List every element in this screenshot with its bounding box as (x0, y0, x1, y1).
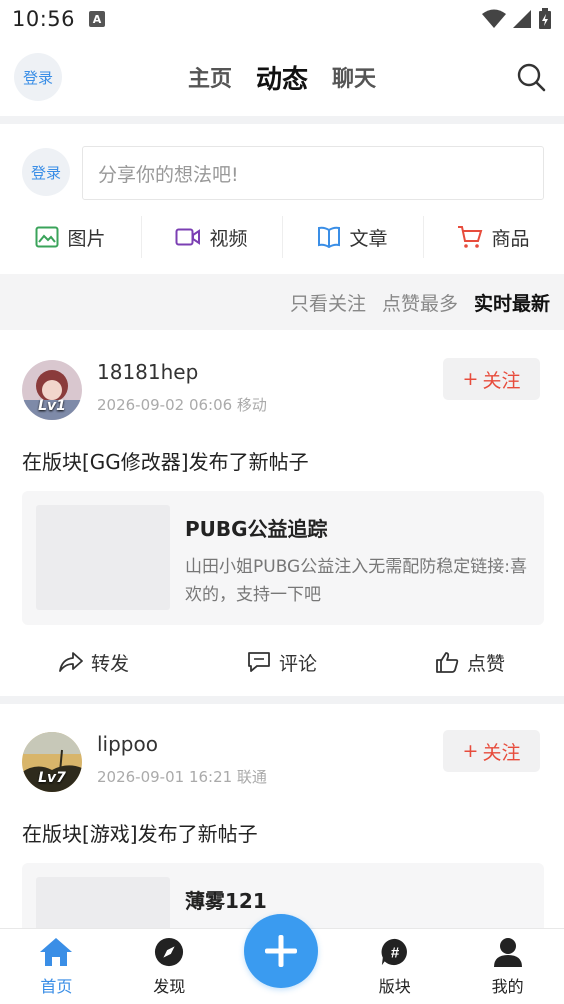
image-icon (35, 226, 59, 248)
status-icons (482, 8, 552, 30)
media-video-button[interactable]: 视频 (141, 214, 282, 260)
plus-icon: + (462, 740, 479, 762)
post-actions: 转发 评论 点赞 (0, 642, 564, 682)
filter-bar: 只看关注 点赞最多 实时最新 (0, 274, 564, 330)
divider (0, 116, 564, 124)
avatar[interactable]: Lv7 (22, 732, 82, 792)
create-post-fab[interactable] (244, 914, 318, 988)
bottom-nav-discover[interactable]: 发现 (113, 929, 226, 1004)
bottom-nav-discover-label: 发现 (153, 977, 186, 996)
card-thumbnail (36, 505, 170, 610)
filter-most-liked[interactable]: 点赞最多 (382, 289, 458, 316)
post-item: Lv1 18181hep 2026-09-02 06:06 移动 + 关注 在版… (0, 330, 564, 696)
bottom-nav-home-label: 首页 (40, 977, 73, 996)
media-image-label: 图片 (67, 227, 106, 250)
comment-label: 评论 (278, 652, 317, 675)
follow-button[interactable]: + 关注 (443, 730, 540, 772)
media-image-button[interactable]: 图片 (0, 214, 141, 260)
share-label: 转发 (90, 652, 129, 675)
comment-button[interactable]: 评论 (188, 642, 376, 682)
level-badge: Lv1 (38, 398, 66, 414)
media-video-label: 视频 (209, 227, 248, 250)
post-item: Lv7 lippoo 2026-09-01 16:21 联通 + 关注 在版块[… (0, 702, 564, 928)
media-row: 图片 视频 文章 商品 (0, 214, 564, 260)
follow-label: 关注 (482, 369, 521, 392)
card-title: PUBG公益追踪 (185, 517, 328, 541)
share-button[interactable]: 转发 (0, 642, 188, 682)
bottom-nav-me-label: 我的 (491, 977, 524, 996)
plus-icon: + (462, 368, 479, 390)
top-tabs: 主页 动态 聊天 (0, 38, 564, 116)
card-title: 薄雾121 (185, 889, 267, 913)
card-thumbnail (36, 877, 170, 928)
tab-chat[interactable]: 聊天 (332, 61, 376, 93)
media-article-label: 文章 (349, 227, 388, 250)
bottom-nav-boards-label: 版块 (378, 977, 411, 996)
media-goods-label: 商品 (491, 227, 530, 250)
card-description: 山田小姐PUBG公益注入无需配防稳定链接:喜欢的，支持一下吧 (185, 557, 527, 605)
tab-feed[interactable]: 动态 (256, 59, 308, 96)
signal-icon (513, 10, 531, 28)
post-action-text: 在版块[GG修改器]发布了新帖子 (22, 450, 309, 474)
post-action-text: 在版块[游戏]发布了新帖子 (22, 822, 258, 846)
filter-latest[interactable]: 实时最新 (474, 289, 550, 316)
video-icon (175, 228, 201, 246)
like-button[interactable]: 点赞 (376, 642, 564, 682)
level-badge: Lv7 (38, 770, 66, 786)
composer-login-avatar[interactable]: 登录 (22, 148, 70, 196)
post-meta: 2026-09-02 06:06 移动 (97, 396, 267, 414)
top-nav: 主页 动态 聊天 登录 (0, 38, 564, 116)
comment-icon (248, 652, 270, 672)
cart-icon (458, 226, 483, 248)
post-meta: 2026-09-01 16:21 联通 (97, 768, 267, 786)
compass-icon (155, 937, 184, 967)
media-goods-button[interactable]: 商品 (423, 214, 564, 260)
home-icon (40, 938, 73, 966)
status-bar: 10:56 A (0, 0, 564, 38)
post-username[interactable]: 18181hep (97, 360, 198, 384)
share-icon (59, 652, 83, 672)
post-username[interactable]: lippoo (97, 732, 158, 756)
book-icon (318, 226, 341, 248)
follow-label: 关注 (482, 741, 521, 764)
bottom-nav-me[interactable]: 我的 (451, 929, 564, 1004)
thumbs-up-icon (436, 652, 459, 673)
wifi-icon (482, 9, 506, 28)
login-avatar-button[interactable]: 登录 (14, 53, 62, 101)
follow-button[interactable]: + 关注 (443, 358, 540, 400)
hashtag-icon: # (381, 938, 407, 966)
bottom-nav-boards[interactable]: # 版块 (338, 929, 451, 1004)
like-label: 点赞 (466, 652, 505, 675)
post-card[interactable]: PUBG公益追踪 山田小姐PUBG公益注入无需配防稳定链接:喜欢的，支持一下吧 (22, 491, 544, 625)
filter-following[interactable]: 只看关注 (290, 289, 366, 316)
search-icon[interactable] (516, 62, 546, 92)
bottom-nav-home[interactable]: 首页 (0, 929, 113, 1004)
user-icon (493, 938, 522, 967)
plus-icon (265, 935, 297, 967)
composer: 登录 分享你的想法吧! 图片 视频 文章 商品 (0, 124, 564, 274)
share-input[interactable]: 分享你的想法吧! (82, 146, 544, 200)
tab-home[interactable]: 主页 (188, 61, 232, 93)
notification-a-icon: A (89, 11, 106, 27)
svg-text:#: # (391, 945, 400, 962)
battery-icon (539, 8, 551, 29)
status-time: 10:56 (12, 7, 76, 31)
avatar[interactable]: Lv1 (22, 360, 82, 420)
media-article-button[interactable]: 文章 (282, 214, 423, 260)
